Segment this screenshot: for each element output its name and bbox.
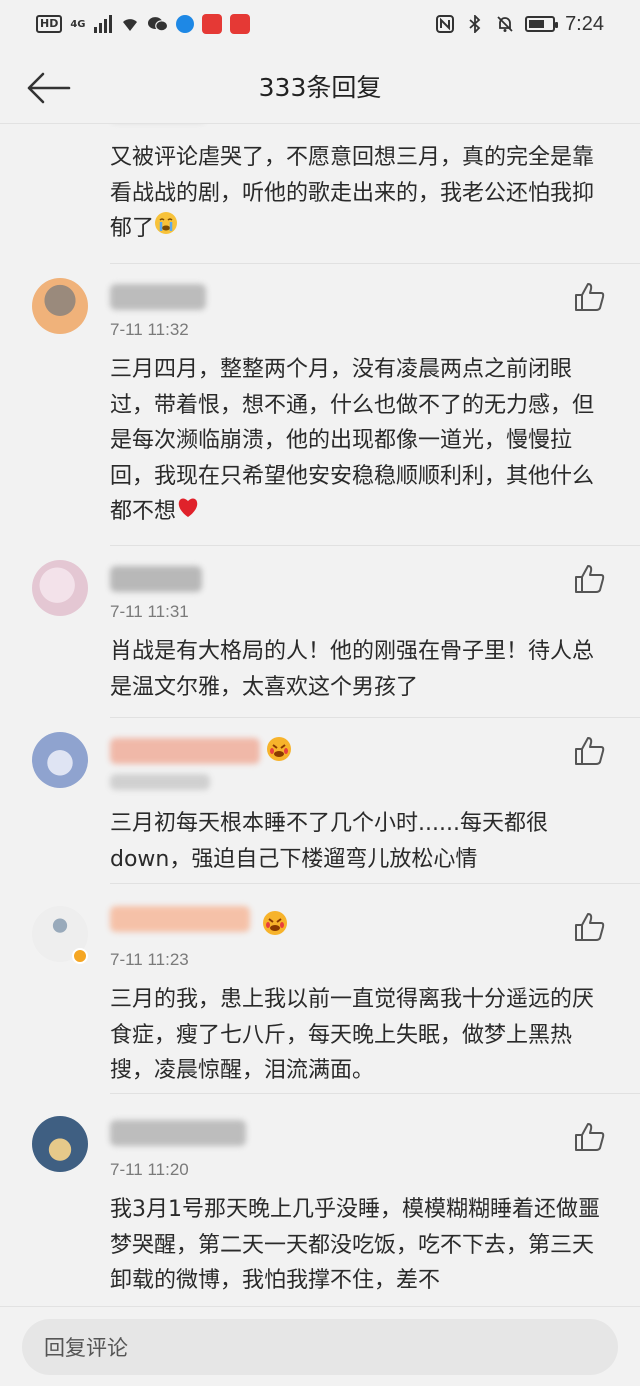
app-red-icon [201,14,222,34]
battery-icon [525,16,559,32]
comment-text: 三月初每天根本睡不了几个小时......每天都很down，强迫自己下楼遛弯儿放松… [110,811,548,872]
thumbs-up-icon [575,737,605,765]
mute-bell-icon [495,15,515,33]
comment-text: 我3月1号那天晚上几乎没睡，模模糊糊睡着还做噩梦哭醒，第二天一天都没吃饭，吃不下… [110,1197,600,1293]
status-left: HD 4G [36,13,250,35]
status-bar: HD 4G 7:24 [0,0,640,50]
thumbs-up-icon [575,283,605,311]
avatar[interactable] [32,278,88,334]
comment-item: 7-11 11:23 三月的我，患上我以前一直觉得离我十分遥远的厌食症，瘦了七八… [0,884,640,1094]
huawei-icon [229,14,250,34]
thumbs-up-icon [575,1123,605,1151]
hd-indicator: HD [36,15,63,33]
username-blurred[interactable] [110,284,206,310]
page-title: 333条回复 [258,73,382,102]
crying-emoji-icon [262,910,288,936]
like-button[interactable] [574,736,606,766]
avatar[interactable] [32,560,88,616]
like-button[interactable] [574,1122,606,1152]
reply-input[interactable]: 回复评论 [22,1319,618,1375]
username-blurred[interactable] [110,1120,246,1146]
like-button[interactable] [574,912,606,942]
comment-item: 三月初每天根本睡不了几个小时......每天都很down，强迫自己下楼遛弯儿放松… [0,718,640,884]
nfc-icon [435,15,455,33]
like-button[interactable] [574,282,606,312]
comment-text: 肖战是有大格局的人！他的刚强在骨子里！待人总是温文尔雅，太喜欢这个男孩了 [110,639,595,700]
reply-bar: 回复评论 [0,1306,640,1386]
username-blurred[interactable] [110,738,260,764]
thumbs-up-icon [575,913,605,941]
heart-emoji-icon [176,494,200,530]
comment-time: 7-11 11:23 [110,950,189,969]
comment-text: 又被评论虐哭了，不愿意回想三月，真的完全是靠看战战的剧，听他的歌走出来的，我老公… [110,140,612,247]
app-blue-icon [175,15,194,33]
username-blurred[interactable] [110,566,202,592]
nav-header: 333条回复 [0,50,640,124]
like-button[interactable] [574,564,606,594]
wechat-icon [147,15,168,33]
crying-emoji-icon [154,211,178,247]
status-right: 7:24 [435,12,604,36]
comment-item: 7-11 11:31 肖战是有大格局的人！他的刚强在骨子里！待人总是温文尔雅，太… [0,546,640,718]
comment-time: 7-11 11:32 [110,320,189,339]
avatar[interactable] [32,1116,88,1172]
verified-badge [72,948,88,964]
network-type: 4G [70,18,86,30]
comment-time: 7-11 11:31 [110,602,189,621]
comment-item: 7-11 11:32 三月四月，整整两个月，没有凌晨两点之前闭眼过，带着恨，想不… [0,264,640,546]
avatar[interactable] [32,732,88,788]
comment-item: 7-11 11:20 我3月1号那天晚上几乎没睡，模模糊糊睡着还做噩梦哭醒，第二… [0,1094,640,1306]
username-blurred[interactable] [110,906,250,932]
thumbs-up-icon [575,565,605,593]
comment-time: 7-11 11:20 [110,1160,189,1179]
clock: 7:24 [565,12,604,35]
crying-emoji-icon [266,736,292,762]
wifi-icon [120,15,140,33]
comment-time-blurred [110,774,210,790]
signal-icon [93,15,112,33]
comment-list[interactable]: 又被评论虐哭了，不愿意回想三月，真的完全是靠看战战的剧，听他的歌走出来的，我老公… [0,124,640,1306]
comment-text: 三月的我，患上我以前一直觉得离我十分遥远的厌食症，瘦了七八斤，每天晚上失眠，做梦… [110,987,595,1083]
comment-text: 三月四月，整整两个月，没有凌晨两点之前闭眼过，带着恨，想不通，什么也做不了的无力… [110,352,612,530]
bluetooth-icon [465,15,485,33]
comment-item: 又被评论虐哭了，不愿意回想三月，真的完全是靠看战战的剧，听他的歌走出来的，我老公… [0,124,640,264]
